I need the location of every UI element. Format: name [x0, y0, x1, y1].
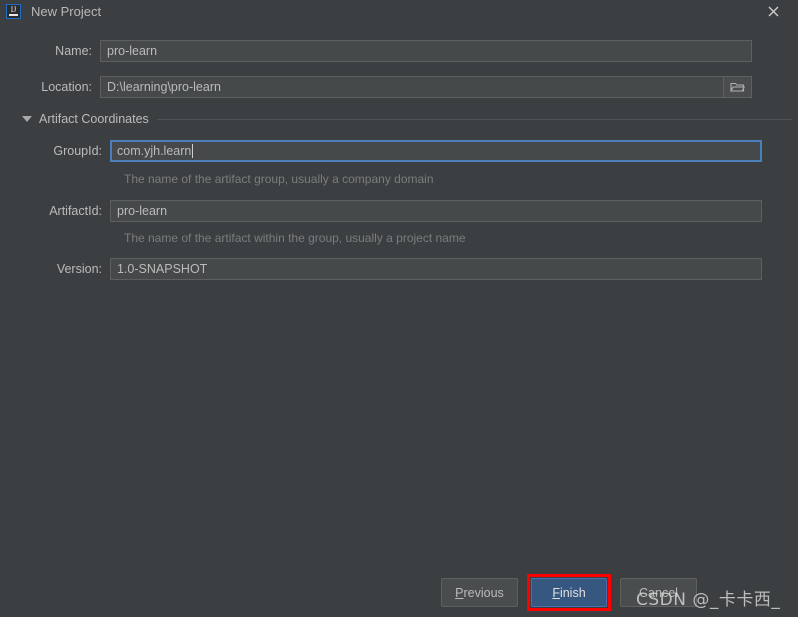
- location-label: Location:: [41, 80, 92, 94]
- group-id-value: com.yjh.learn: [117, 144, 192, 158]
- version-label: Version:: [56, 262, 102, 276]
- window-title: New Project: [31, 3, 102, 19]
- cancel-button[interactable]: Cancel: [620, 578, 697, 607]
- intellij-idea-icon: IJ: [6, 3, 21, 19]
- location-input[interactable]: D:\learning\pro-learn: [100, 76, 724, 98]
- finish-button[interactable]: Finish: [531, 578, 607, 607]
- group-id-hint: The name of the artifact group, usually …: [124, 172, 434, 186]
- artifact-coordinates-title: Artifact Coordinates: [39, 112, 149, 126]
- group-id-label: GroupId:: [53, 144, 102, 158]
- artifact-id-hint: The name of the artifact within the grou…: [124, 231, 466, 245]
- name-row: Name: pro-learn: [0, 40, 778, 62]
- text-caret: [192, 144, 194, 158]
- name-label: Name:: [55, 44, 92, 58]
- ij-logo-letters: IJ: [10, 4, 17, 14]
- group-id-input[interactable]: com.yjh.learn: [110, 140, 762, 162]
- finish-button-suffix: inish: [559, 585, 586, 600]
- triangle-down-icon[interactable]: [22, 116, 32, 122]
- previous-button-mnemonic: P: [455, 585, 464, 600]
- artifact-id-row: ArtifactId: pro-learn: [10, 200, 778, 222]
- ij-logo-bar: [9, 13, 18, 16]
- close-icon[interactable]: [760, 0, 786, 22]
- group-id-row: GroupId: com.yjh.learn: [10, 140, 778, 162]
- previous-button[interactable]: Previous: [441, 578, 518, 607]
- section-divider: [156, 118, 792, 120]
- name-input[interactable]: pro-learn: [100, 40, 752, 62]
- artifact-id-input[interactable]: pro-learn: [110, 200, 762, 222]
- artifact-id-label: ArtifactId:: [49, 204, 102, 218]
- version-input[interactable]: 1.0-SNAPSHOT: [110, 258, 762, 280]
- window-titlebar: IJ New Project: [0, 0, 798, 22]
- new-project-form: Name: pro-learn Location: D:\learning\pr…: [0, 22, 798, 595]
- version-row: Version: 1.0-SNAPSHOT: [10, 258, 778, 280]
- folder-icon[interactable]: [724, 76, 752, 98]
- finish-button-mnemonic: F: [552, 585, 560, 600]
- location-row: Location: D:\learning\pro-learn: [0, 76, 778, 98]
- artifact-coordinates-section-header[interactable]: Artifact Coordinates: [22, 110, 792, 128]
- previous-button-suffix: revious: [463, 585, 504, 600]
